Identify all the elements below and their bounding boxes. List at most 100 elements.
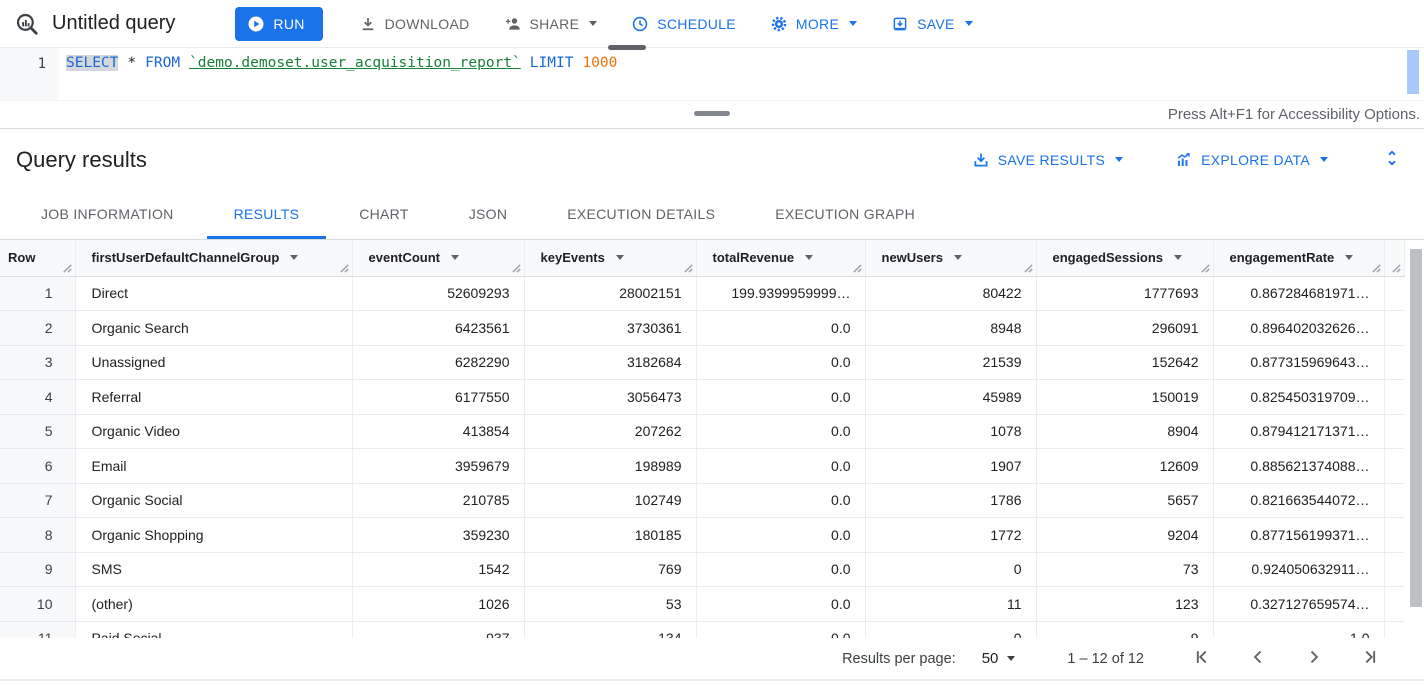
last-page-button[interactable]	[1358, 647, 1382, 671]
column-resize-grip-icon[interactable]	[339, 263, 350, 274]
column-menu-caret-icon[interactable]	[290, 255, 298, 260]
table-cell: 210785	[352, 483, 524, 518]
tab-json[interactable]: JSON	[442, 190, 535, 239]
table-cell: 5657	[1036, 483, 1213, 518]
column-menu-caret-icon[interactable]	[1174, 255, 1182, 260]
column-menu-caret-icon[interactable]	[1345, 255, 1353, 260]
more-button[interactable]: MORE	[770, 15, 857, 33]
table-cell: 296091	[1036, 311, 1213, 346]
explore-data-label: EXPLORE DATA	[1201, 152, 1310, 168]
column-resize-grip-icon[interactable]	[1200, 263, 1211, 274]
tab-execution-graph[interactable]: EXECUTION GRAPH	[748, 190, 942, 239]
results-splitter-handle[interactable]	[694, 111, 730, 116]
column-resize-grip-icon[interactable]	[511, 263, 522, 274]
column-header-engagementRate: engagementRate	[1213, 240, 1384, 276]
table-cell: 11	[865, 587, 1036, 622]
table-cell: 0.0	[696, 449, 865, 484]
table-cell: 180185	[524, 518, 696, 553]
column-resize-grip-icon[interactable]	[62, 263, 73, 274]
tab-results[interactable]: RESULTS	[207, 190, 327, 239]
table-cell: 359230	[352, 518, 524, 553]
results-table-container: Row firstUserDefaultChannelGroup eventCo…	[0, 240, 1424, 638]
page-size-select[interactable]: 50	[982, 650, 1016, 667]
save-button[interactable]: SAVE	[891, 15, 973, 33]
share-caret-icon	[589, 21, 597, 26]
schedule-button[interactable]: SCHEDULE	[631, 15, 736, 33]
table-cell: Paid Social	[75, 621, 352, 638]
column-header-keyEvents: keyEvents	[524, 240, 696, 276]
column-resize-grip-icon[interactable]	[852, 263, 863, 274]
tab-job-information[interactable]: JOB INFORMATION	[14, 190, 201, 239]
page-size-caret-icon	[1007, 656, 1015, 661]
table-cell: 0	[865, 552, 1036, 587]
row-number-cell: 3	[0, 345, 75, 380]
table-cell: (other)	[75, 587, 352, 622]
column-resize-grip-icon[interactable]	[1391, 263, 1402, 274]
table-cell-overflow	[1384, 449, 1404, 484]
sql-token: FROM	[145, 55, 180, 71]
download-button[interactable]: DOWNLOAD	[359, 15, 470, 33]
column-resize-grip-icon[interactable]	[683, 263, 694, 274]
editor-splitter-handle[interactable]	[608, 45, 646, 50]
sql-editor[interactable]: 1 SELECT * FROM `demo.demoset.user_acquisit…	[0, 48, 1424, 100]
sql-token: `demo.demoset.user_acquisition_report`	[189, 55, 521, 71]
table-cell: 28002151	[524, 276, 696, 311]
table-cell: 0.821663544072…	[1213, 483, 1384, 518]
table-cell: 937	[352, 621, 524, 638]
line-number: 1	[0, 56, 46, 72]
table-cell: 0.867284681971…	[1213, 276, 1384, 311]
tab-chart[interactable]: CHART	[332, 190, 435, 239]
column-resize-grip-icon[interactable]	[1023, 263, 1034, 274]
column-menu-caret-icon[interactable]	[805, 255, 813, 260]
table-row: 4Referral617755030564730.0459891500190.8…	[0, 380, 1404, 415]
table-cell: 3959679	[352, 449, 524, 484]
table-row: 2Organic Search642356137303610.089482960…	[0, 311, 1404, 346]
run-button[interactable]: RUN	[235, 7, 322, 41]
table-cell: 0.0	[696, 345, 865, 380]
table-cell: 0.877156199371…	[1213, 518, 1384, 553]
first-page-button[interactable]	[1190, 647, 1214, 671]
results-tab-bar: JOB INFORMATION RESULTS CHART JSON EXECU…	[0, 190, 1424, 240]
column-menu-caret-icon[interactable]	[451, 255, 459, 260]
column-header-totalRevenue: totalRevenue	[696, 240, 865, 276]
column-label: keyEvents	[541, 250, 605, 265]
save-alt-icon	[972, 151, 990, 169]
table-cell-overflow	[1384, 483, 1404, 518]
next-page-button[interactable]	[1302, 647, 1326, 671]
column-label: Row	[8, 250, 35, 265]
clock-icon	[631, 15, 649, 33]
column-menu-caret-icon[interactable]	[616, 255, 624, 260]
table-scrollbar-thumb[interactable]	[1410, 249, 1422, 607]
editor-scrollbar[interactable]	[1407, 50, 1419, 98]
tab-execution-details[interactable]: EXECUTION DETAILS	[540, 190, 742, 239]
table-cell: 102749	[524, 483, 696, 518]
table-cell: 0.0	[696, 518, 865, 553]
row-number-cell: 8	[0, 518, 75, 553]
gear-icon	[770, 15, 788, 33]
sql-token: SELECT	[66, 55, 118, 71]
explore-data-button[interactable]: EXPLORE DATA	[1175, 151, 1328, 169]
sql-line[interactable]: SELECT * FROM `demo.demoset.user_acquisitio…	[66, 55, 626, 71]
last-page-icon	[1360, 647, 1380, 667]
results-title: Query results	[16, 147, 147, 173]
column-menu-caret-icon[interactable]	[954, 255, 962, 260]
table-row: 9SMS15427690.00730.924050632911…	[0, 552, 1404, 587]
column-resize-grip-icon[interactable]	[1371, 263, 1382, 274]
row-number-cell: 4	[0, 380, 75, 415]
previous-page-button[interactable]	[1246, 647, 1270, 671]
table-scrollbar[interactable]	[1410, 241, 1422, 637]
table-cell: 8948	[865, 311, 1036, 346]
page-range-label: 1 – 12 of 12	[1067, 651, 1144, 667]
table-cell: 3056473	[524, 380, 696, 415]
row-number-cell: 7	[0, 483, 75, 518]
sql-token: 1000	[582, 55, 617, 71]
results-per-page-label: Results per page:	[842, 651, 956, 667]
editor-scrollbar-thumb[interactable]	[1407, 50, 1419, 94]
sql-token: *	[127, 55, 136, 71]
save-results-button[interactable]: SAVE RESULTS	[972, 151, 1123, 169]
table-cell: 53	[524, 587, 696, 622]
table-cell: 152642	[1036, 345, 1213, 380]
expand-results-button[interactable]	[1380, 148, 1404, 172]
table-cell: 0.885621374088…	[1213, 449, 1384, 484]
share-button[interactable]: SHARE	[504, 15, 598, 33]
